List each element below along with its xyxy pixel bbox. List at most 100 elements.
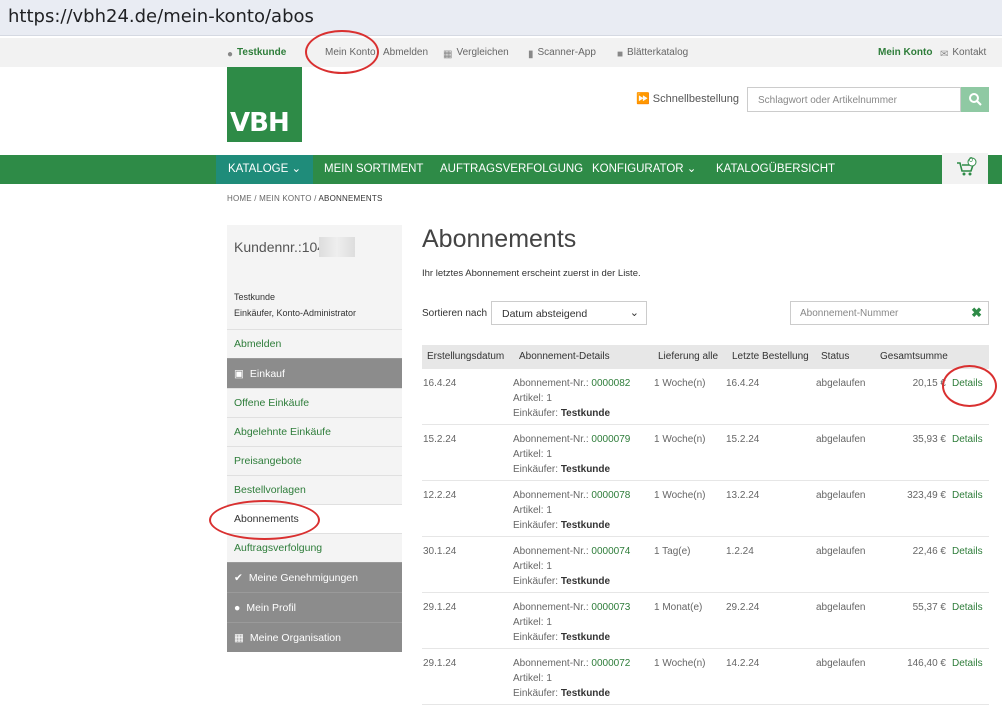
nav-konfigurator[interactable]: KONFIGURATOR ⌄: [592, 155, 696, 184]
sidebar-item-abmelden[interactable]: Abmelden: [227, 329, 402, 358]
row-total: 146,40 €: [907, 658, 946, 669]
sidebar-item-abonnements[interactable]: Abonnements: [227, 504, 402, 533]
row-total: 323,49 €: [907, 490, 946, 501]
row-artikel: Artikel: 1: [513, 505, 552, 516]
row-nr: Abonnement-Nr.: 0000078: [513, 490, 631, 501]
check-icon: ✔: [234, 572, 243, 584]
row-buyer: Einkäufer: Testkunde: [513, 688, 611, 699]
vergleichen-link[interactable]: ▦ Vergleichen: [443, 47, 509, 60]
row-interval: 1 Woche(n): [654, 378, 706, 389]
row-total: 55,37 €: [912, 602, 946, 613]
row-nr: Abonnement-Nr.: 0000073: [513, 602, 631, 613]
sidebar-item-auftragsverfolgung[interactable]: Auftragsverfolgung: [227, 533, 402, 562]
table-row: 30.1.24 Abonnement-Nr.: 0000074 Artikel: 1…: [422, 537, 989, 593]
schnellbestellung-link[interactable]: ⏩ Schnellbestellung: [636, 92, 739, 105]
vbh-logo[interactable]: VBH: [227, 67, 302, 142]
clear-icon[interactable]: ✖: [971, 305, 982, 321]
nav-auftragsverfolgung[interactable]: AUFTRAGSVERFOLGUNG: [440, 155, 583, 184]
sidebar-item-profil[interactable]: ● Mein Profil: [227, 592, 402, 622]
details-link[interactable]: Details: [952, 546, 983, 557]
row-date: 12.2.24: [423, 490, 457, 501]
row-status: abgelaufen: [816, 434, 866, 445]
row-date: 15.2.24: [423, 434, 457, 445]
row-interval: 1 Monat(e): [654, 602, 703, 613]
top-utility-bar: ● Testkunde Mein Konto Abmelden ▦ Vergleic…: [0, 38, 1002, 67]
customer-name: Testkunde: [234, 292, 276, 302]
table-header: Erstellungsdatum Abonnement-Details Lief…: [422, 345, 989, 369]
row-total: 35,93 €: [912, 434, 946, 445]
blaetterkatalog-link[interactable]: ■ Blätterkatalog: [617, 47, 688, 60]
details-link[interactable]: Details: [952, 602, 983, 613]
row-buyer: Einkäufer: Testkunde: [513, 408, 611, 419]
cart-button[interactable]: 0: [942, 153, 988, 184]
sidebar-item-bestellvorlagen[interactable]: Bestellvorlagen: [227, 475, 402, 504]
crumb-home[interactable]: HOME: [227, 194, 252, 203]
col-gesamtsumme: Gesamtsumme: [880, 351, 948, 362]
row-date: 30.1.24: [423, 546, 457, 557]
table-row: 29.1.24 Abonnement-Nr.: 0000073 Artikel: 1…: [422, 593, 989, 649]
row-buyer: Einkäufer: Testkunde: [513, 464, 611, 475]
subscription-number-link[interactable]: 0000073: [591, 602, 630, 613]
nav-kataloguebersicht[interactable]: KATALOGÜBERSICHT: [716, 155, 835, 184]
row-status: abgelaufen: [816, 546, 866, 557]
subscription-number-link[interactable]: 0000074: [591, 546, 630, 557]
col-erstellungsdatum: Erstellungsdatum: [427, 351, 505, 362]
briefcase-icon: ▦: [234, 632, 244, 644]
account-sidebar: Kundennr.:104 Testkunde Einkäufer, Konto…: [227, 225, 402, 652]
details-link[interactable]: Details: [952, 658, 983, 669]
row-status: abgelaufen: [816, 658, 866, 669]
redacted-number: [319, 237, 355, 257]
col-details: Abonnement-Details: [519, 351, 610, 362]
row-artikel: Artikel: 1: [513, 449, 552, 460]
sort-select[interactable]: Datum absteigend ⌄: [491, 301, 647, 325]
row-artikel: Artikel: 1: [513, 561, 552, 572]
subscription-number-link[interactable]: 0000078: [591, 490, 630, 501]
sidebar-item-preisangebote[interactable]: Preisangebote: [227, 446, 402, 475]
crumb-mein-konto[interactable]: MEIN KONTO: [259, 194, 312, 203]
row-last-order: 13.2.24: [726, 490, 760, 501]
chevron-down-icon: ⌄: [291, 163, 302, 175]
kontakt-link[interactable]: ✉ Kontakt: [940, 47, 986, 60]
abmelden-link[interactable]: Abmelden: [383, 47, 428, 58]
url-text[interactable]: https://vbh24.de/mein-konto/abos: [8, 6, 314, 27]
sidebar-item-einkauf[interactable]: ▣ Einkauf: [227, 358, 402, 388]
row-artikel: Artikel: 1: [513, 617, 552, 628]
row-last-order: 29.2.24: [726, 602, 760, 613]
page-title: Abonnements: [422, 225, 577, 253]
sidebar-item-abgelehnte[interactable]: Abgelehnte Einkäufe: [227, 417, 402, 446]
search-input[interactable]: Schlagwort oder Artikelnummer: [747, 87, 961, 112]
row-total: 20,15 €: [912, 378, 946, 389]
chevron-down-icon: ⌄: [686, 163, 697, 175]
sidebar-item-organisation[interactable]: ▦ Meine Organisation: [227, 622, 402, 652]
table-row: 15.2.24 Abonnement-Nr.: 0000079 Artikel: 1…: [422, 425, 989, 481]
subscription-number-link[interactable]: 0000082: [591, 378, 630, 389]
abonnement-nummer-input[interactable]: Abonnement-Nummer ✖: [790, 301, 989, 325]
row-last-order: 16.4.24: [726, 378, 760, 389]
scanner-app-link[interactable]: ▮ Scanner-App: [528, 47, 596, 60]
col-lieferung: Lieferung alle: [658, 351, 719, 362]
user-link[interactable]: ● Testkunde: [227, 47, 286, 60]
row-buyer: Einkäufer: Testkunde: [513, 632, 611, 643]
breadcrumb: HOME / MEIN KONTO / ABONNEMENTS: [227, 194, 383, 203]
subscription-number-link[interactable]: 0000079: [591, 434, 630, 445]
sidebar-item-offene[interactable]: Offene Einkäufe: [227, 388, 402, 417]
customer-number: Kundennr.:104: [234, 239, 326, 255]
table-row: 16.4.24 Abonnement-Nr.: 0000082 Artikel: 1…: [422, 369, 989, 425]
nav-kataloge[interactable]: KATALOGE ⌄: [216, 155, 314, 184]
details-link[interactable]: Details: [952, 490, 983, 501]
details-link[interactable]: Details: [952, 378, 983, 389]
nav-mein-sortiment[interactable]: MEIN SORTIMENT: [324, 155, 423, 184]
row-date: 29.1.24: [423, 658, 457, 669]
mein-konto-link[interactable]: Mein Konto: [325, 47, 376, 58]
cart-count: 0: [969, 157, 973, 164]
compare-icon: ▦: [443, 49, 453, 60]
search-button[interactable]: [961, 87, 989, 112]
customer-info: Kundennr.:104 Testkunde Einkäufer, Konto…: [227, 225, 402, 329]
address-bar[interactable]: https://vbh24.de/mein-konto/abos: [0, 0, 1002, 36]
mail-icon: ✉: [940, 49, 949, 60]
details-link[interactable]: Details: [952, 434, 983, 445]
subscription-number-link[interactable]: 0000072: [591, 658, 630, 669]
mein-konto-right-link[interactable]: Mein Konto: [878, 47, 932, 58]
row-artikel: Artikel: 1: [513, 673, 552, 684]
sidebar-item-genehmigungen[interactable]: ✔ Meine Genehmigungen: [227, 562, 402, 592]
